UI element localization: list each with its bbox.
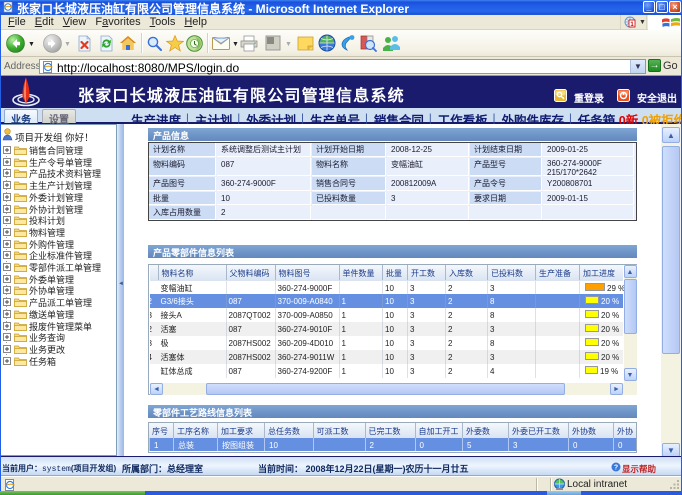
- svg-text:?: ?: [614, 465, 618, 472]
